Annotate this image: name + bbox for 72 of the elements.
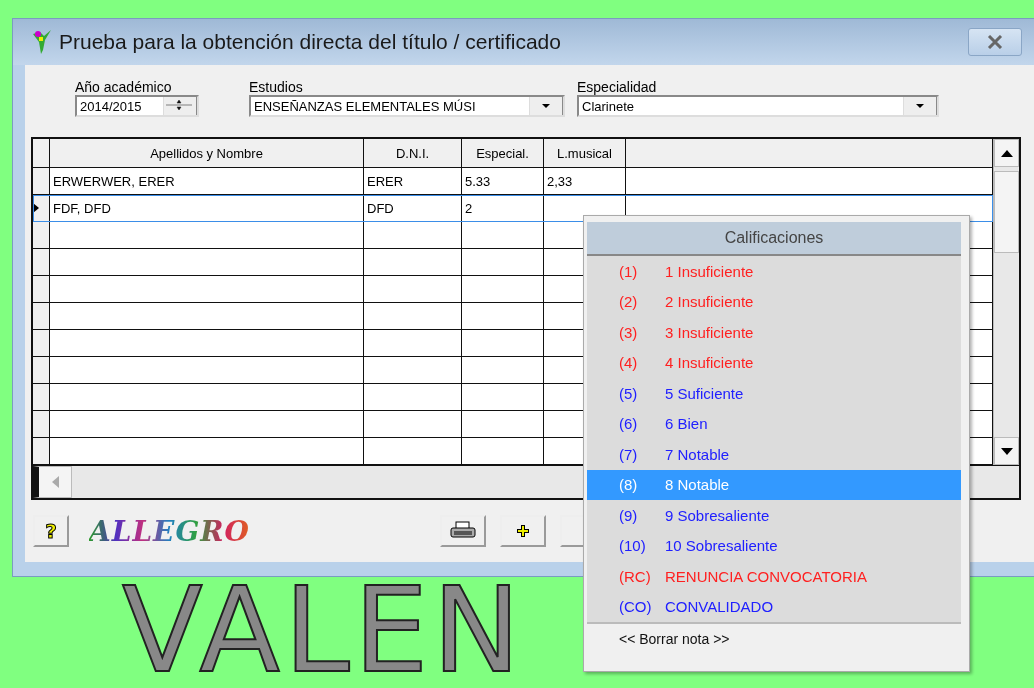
year-spinbox[interactable]: 2014/2015 (75, 95, 199, 117)
column-header[interactable]: Apellidos y Nombre (50, 139, 364, 167)
vertical-scrollbar[interactable] (993, 139, 1019, 465)
column-header[interactable]: Especial. (462, 139, 544, 167)
grade-label: 6 Bien (665, 415, 708, 433)
grade-code: (4) (619, 354, 639, 372)
grade-label: 9 Sobresaliente (665, 506, 770, 524)
menu-title: Calificaciones (587, 222, 961, 256)
grade-label: RENUNCIA CONVOCATORIA (665, 567, 867, 585)
close-button[interactable] (968, 28, 1022, 56)
table-cell: ERER (364, 168, 462, 194)
table-cell: DFD (364, 195, 462, 221)
clear-grade-item[interactable]: << Borrar nota >> (587, 624, 969, 654)
grade-label: 1 Insuficiente (665, 262, 754, 280)
grade-label: 7 Notable (665, 445, 730, 463)
grade-code: (10) (619, 537, 647, 555)
grade-label: 5 Suficiente (665, 384, 744, 402)
scroll-down-button[interactable] (994, 437, 1019, 465)
grade-code: (9) (619, 506, 639, 524)
grade-label: CONVALIDADO (665, 598, 774, 616)
grade-code: (2) (619, 293, 639, 311)
field-label: Estudios (249, 79, 304, 95)
scroll-left-button[interactable] (33, 466, 72, 498)
field-label: Especialidad (577, 79, 658, 95)
grade-code: (7) (619, 445, 639, 463)
field-label: Año académico (75, 79, 173, 95)
hummingbird-icon (31, 28, 53, 56)
grade-code: (8) (619, 476, 639, 494)
window-title: Prueba para la obtención directa del título / certificado (59, 30, 561, 54)
menu-item[interactable]: (9) 9 Sobresaliente (587, 500, 961, 531)
grade-label: 3 Insuficiente (665, 323, 754, 341)
grade-code: (RC) (619, 567, 652, 585)
menu-item[interactable]: (10) 10 Sobresaliente (587, 530, 961, 561)
close-icon (987, 35, 1003, 49)
column-header[interactable]: L.musical (544, 139, 626, 167)
menu-item[interactable]: (7) 7 Notable (587, 439, 961, 470)
menu-item[interactable]: (5) 5 Suficiente (587, 378, 961, 409)
grade-label: 2 Insuficiente (665, 293, 754, 311)
left-arrow-icon (51, 476, 59, 488)
table-row[interactable]: ERWERWER, ERER ERER 5.33 2,33 (33, 168, 993, 195)
menu-item[interactable]: (6) 6 Bien (587, 408, 961, 439)
menu-item[interactable]: (CO) CONVALIDADO (587, 591, 961, 622)
row-pointer-icon (33, 203, 39, 213)
grade-code: (6) (619, 415, 639, 433)
studies-dropdown[interactable]: ENSEÑANZAS ELEMENTALES MÚSI (249, 95, 565, 117)
plus-icon (516, 524, 530, 538)
table-cell: 2 (462, 195, 544, 221)
table-cell: FDF, DFD (50, 195, 364, 221)
table-cell: 2,33 (544, 168, 626, 194)
grade-code: (3) (619, 323, 639, 341)
table-cell: ERWERWER, ERER (50, 168, 364, 194)
caret-icon[interactable] (903, 97, 937, 115)
menu-item[interactable]: (8) 8 Notable (587, 469, 961, 500)
row-header[interactable] (33, 195, 50, 221)
grade-label: 4 Insuficiente (665, 354, 754, 372)
scroll-thumb[interactable] (994, 171, 1019, 253)
printer-icon (450, 521, 476, 541)
background-text: VALEN (122, 571, 525, 688)
grade-label: 10 Sobresaliente (665, 537, 778, 555)
down-arrow-icon (1000, 447, 1013, 455)
caret-icon[interactable] (529, 97, 563, 115)
grade-label: 8 Notable (665, 476, 730, 494)
column-header[interactable]: D.N.I. (364, 139, 462, 167)
specialty-dropdown[interactable]: Clarinete (577, 95, 939, 117)
row-header[interactable] (33, 168, 50, 194)
grade-code: (CO) (619, 598, 653, 616)
grade-code: (5) (619, 384, 639, 402)
up-arrow-icon (1000, 149, 1013, 157)
grade-code: (1) (619, 262, 639, 280)
table-cell: 5.33 (462, 168, 544, 194)
scroll-up-button[interactable] (994, 139, 1019, 167)
spin-arrows-icon[interactable] (163, 97, 197, 115)
